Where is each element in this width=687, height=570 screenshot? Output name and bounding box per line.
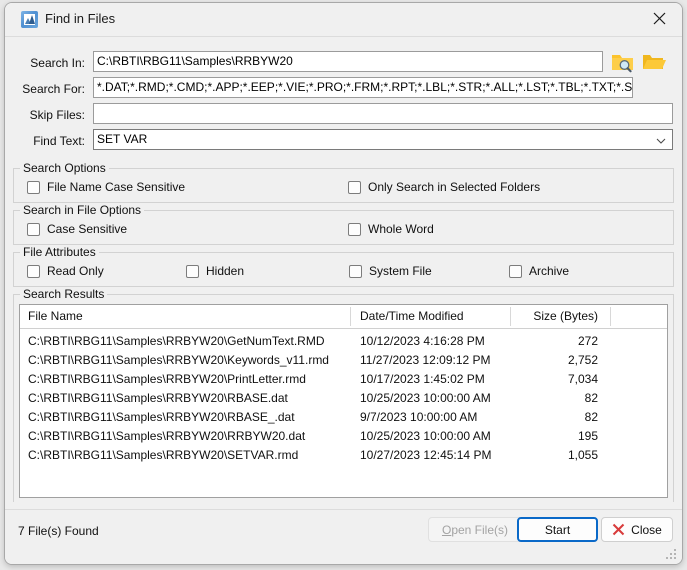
checkbox-read-only[interactable]: Read Only xyxy=(27,264,104,278)
checkbox-hidden[interactable]: Hidden xyxy=(186,264,244,278)
title-bar: Find in Files xyxy=(5,3,682,36)
column-divider[interactable] xyxy=(350,307,351,326)
start-button-label: Start xyxy=(544,522,571,537)
checkbox-label: Archive xyxy=(529,264,570,278)
search-in-label: Search In: xyxy=(30,56,85,70)
red-x-icon xyxy=(612,523,625,536)
cell-file-name: C:\RBTI\RBG11\Samples\RRBYW20\Keywords_v… xyxy=(28,353,329,367)
checkbox-label: Hidden xyxy=(206,264,245,278)
skip-files-input[interactable] xyxy=(93,103,673,124)
cell-size: 7,034 xyxy=(567,372,598,386)
search-for-label: Search For: xyxy=(22,82,85,96)
search-for-input[interactable]: *.DAT;*.RMD;*.CMD;*.APP;*.EEP;*.VIE;*.PR… xyxy=(93,77,633,98)
column-header-size[interactable]: Size (Bytes) xyxy=(518,305,598,327)
cell-size: 1,055 xyxy=(567,448,598,462)
table-row[interactable]: C:\RBTI\RBG11\Samples\RRBYW20\RRBYW20.da… xyxy=(20,427,667,446)
checkbox-file-name-case-sensitive[interactable]: File Name Case Sensitive xyxy=(27,180,185,194)
cell-size: 82 xyxy=(584,391,598,405)
checkbox-whole-word[interactable]: Whole Word xyxy=(348,222,434,236)
cell-size: 195 xyxy=(577,429,598,443)
checkbox-label: Only Search in Selected Folders xyxy=(368,180,541,194)
table-row[interactable]: C:\RBTI\RBG11\Samples\RRBYW20\RBASE.dat … xyxy=(20,389,667,408)
cell-file-name: C:\RBTI\RBG11\Samples\RRBYW20\PrintLette… xyxy=(28,372,306,386)
skip-files-label: Skip Files: xyxy=(29,108,85,122)
results-body: C:\RBTI\RBG11\Samples\RRBYW20\GetNumText… xyxy=(20,329,667,465)
checkbox-box[interactable] xyxy=(27,264,40,278)
checkbox-archive[interactable]: Archive xyxy=(509,264,569,278)
open-files-button[interactable]: Open File(s) xyxy=(428,517,522,542)
find-text-value: SET VAR xyxy=(97,132,148,146)
checkbox-box[interactable] xyxy=(186,264,199,278)
cell-date-modified: 10/12/2023 4:16:28 PM xyxy=(360,334,485,348)
cell-date-modified: 11/27/2023 12:09:12 PM xyxy=(360,353,491,367)
chevron-down-icon[interactable] xyxy=(655,134,667,146)
cell-file-name: C:\RBTI\RBG11\Samples\RRBYW20\RBASE_.dat xyxy=(28,410,295,424)
column-divider[interactable] xyxy=(610,307,611,326)
checkbox-only-search-in-selected-folders[interactable]: Only Search in Selected Folders xyxy=(348,180,540,194)
table-row[interactable]: C:\RBTI\RBG11\Samples\RRBYW20\GetNumText… xyxy=(20,332,667,351)
cell-file-name: C:\RBTI\RBG11\Samples\RRBYW20\GetNumText… xyxy=(28,334,325,348)
checkbox-box[interactable] xyxy=(509,264,522,278)
checkbox-label: Whole Word xyxy=(368,222,434,236)
search-in-input[interactable]: C:\RBTI\RBG11\Samples\RRBYW20 xyxy=(93,51,603,72)
close-button-label: Close xyxy=(631,522,662,537)
cell-size: 82 xyxy=(584,410,598,424)
checkbox-box[interactable] xyxy=(348,222,361,236)
search-results-list[interactable]: File Name Date/Time Modified Size (Bytes… xyxy=(19,304,668,498)
cell-size: 272 xyxy=(577,334,598,348)
find-text-combo[interactable]: SET VAR xyxy=(93,129,673,150)
resize-grip[interactable] xyxy=(666,549,678,561)
open-files-accel: O xyxy=(441,522,452,537)
group-title-search-results: Search Results xyxy=(20,287,108,301)
cell-date-modified: 10/25/2023 10:00:00 AM xyxy=(360,429,491,443)
group-title-search-in-file-options: Search in File Options xyxy=(20,203,145,217)
cell-file-name: C:\RBTI\RBG11\Samples\RRBYW20\RBASE.dat xyxy=(28,391,288,405)
results-header-row: File Name Date/Time Modified Size (Bytes… xyxy=(20,305,667,329)
close-icon[interactable] xyxy=(637,3,682,34)
cell-date-modified: 9/7/2023 10:00:00 AM xyxy=(360,410,478,424)
folder-open-icon[interactable] xyxy=(641,50,667,74)
cell-date-modified: 10/27/2023 12:45:14 PM xyxy=(360,448,492,462)
checkbox-system-file[interactable]: System File xyxy=(349,264,432,278)
table-row[interactable]: C:\RBTI\RBG11\Samples\RRBYW20\RBASE_.dat… xyxy=(20,408,667,427)
close-button[interactable]: Close xyxy=(601,517,673,542)
table-row[interactable]: C:\RBTI\RBG11\Samples\RRBYW20\Keywords_v… xyxy=(20,351,667,370)
cell-date-modified: 10/25/2023 10:00:00 AM xyxy=(360,391,491,405)
footer-divider xyxy=(5,509,682,510)
group-title-file-attributes: File Attributes xyxy=(20,245,99,259)
find-in-files-icon xyxy=(21,11,38,28)
checkbox-box[interactable] xyxy=(349,264,362,278)
group-file-attributes: File Attributes Read Only Hidden System … xyxy=(13,245,674,287)
open-files-label-rest: pen File(s) xyxy=(451,522,509,537)
checkbox-box[interactable] xyxy=(348,180,361,194)
checkbox-label: File Name Case Sensitive xyxy=(47,180,186,194)
cell-date-modified: 10/17/2023 1:45:02 PM xyxy=(360,372,485,386)
column-divider[interactable] xyxy=(510,307,511,326)
group-search-in-file-options: Search in File Options Case Sensitive Wh… xyxy=(13,203,674,245)
checkbox-box[interactable] xyxy=(27,180,40,194)
checkbox-label: Read Only xyxy=(47,264,104,278)
cell-file-name: C:\RBTI\RBG11\Samples\RRBYW20\RRBYW20.da… xyxy=(28,429,306,443)
window-title: Find in Files xyxy=(45,11,116,26)
group-title-search-options: Search Options xyxy=(20,161,109,175)
folder-search-icon[interactable] xyxy=(610,50,636,74)
status-text: 7 File(s) Found xyxy=(18,524,99,538)
checkbox-case-sensitive[interactable]: Case Sensitive xyxy=(27,222,127,236)
checkbox-label: System File xyxy=(369,264,432,278)
table-row[interactable]: C:\RBTI\RBG11\Samples\RRBYW20\PrintLette… xyxy=(20,370,667,389)
cell-file-name: C:\RBTI\RBG11\Samples\RRBYW20\SETVAR.rmd xyxy=(28,448,299,462)
group-search-options: Search Options File Name Case Sensitive … xyxy=(13,161,674,203)
cell-size: 2,752 xyxy=(567,353,598,367)
table-row[interactable]: C:\RBTI\RBG11\Samples\RRBYW20\SETVAR.rmd… xyxy=(20,446,667,465)
checkbox-box[interactable] xyxy=(27,222,40,236)
column-header-file-name[interactable]: File Name xyxy=(28,305,83,327)
find-in-files-dialog: Find in Files Search In: C:\RBTI\RBG11\S… xyxy=(4,2,683,565)
column-header-date-modified[interactable]: Date/Time Modified xyxy=(360,305,464,327)
dialog-body: Search In: C:\RBTI\RBG11\Samples\RRBYW20… xyxy=(5,36,682,564)
checkbox-label: Case Sensitive xyxy=(47,222,128,236)
start-button[interactable]: Start xyxy=(517,517,598,542)
find-text-label: Find Text: xyxy=(33,134,85,148)
